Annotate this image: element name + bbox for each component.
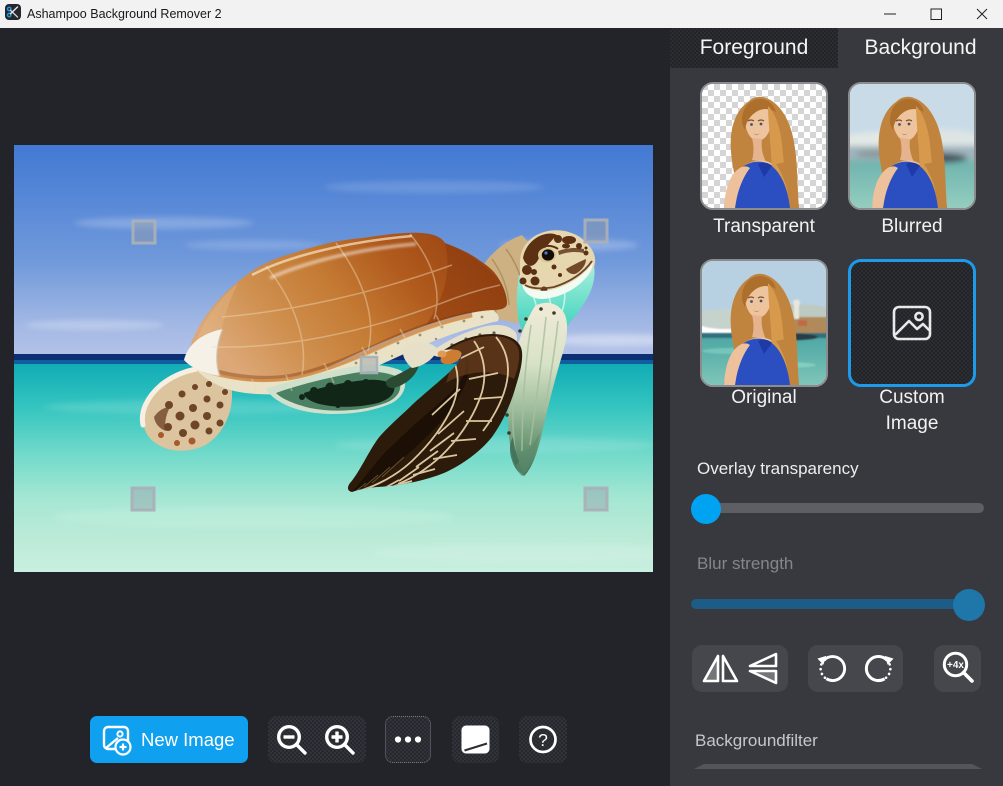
svg-text:?: ? (538, 730, 548, 750)
svg-text:+4x: +4x (947, 660, 964, 671)
